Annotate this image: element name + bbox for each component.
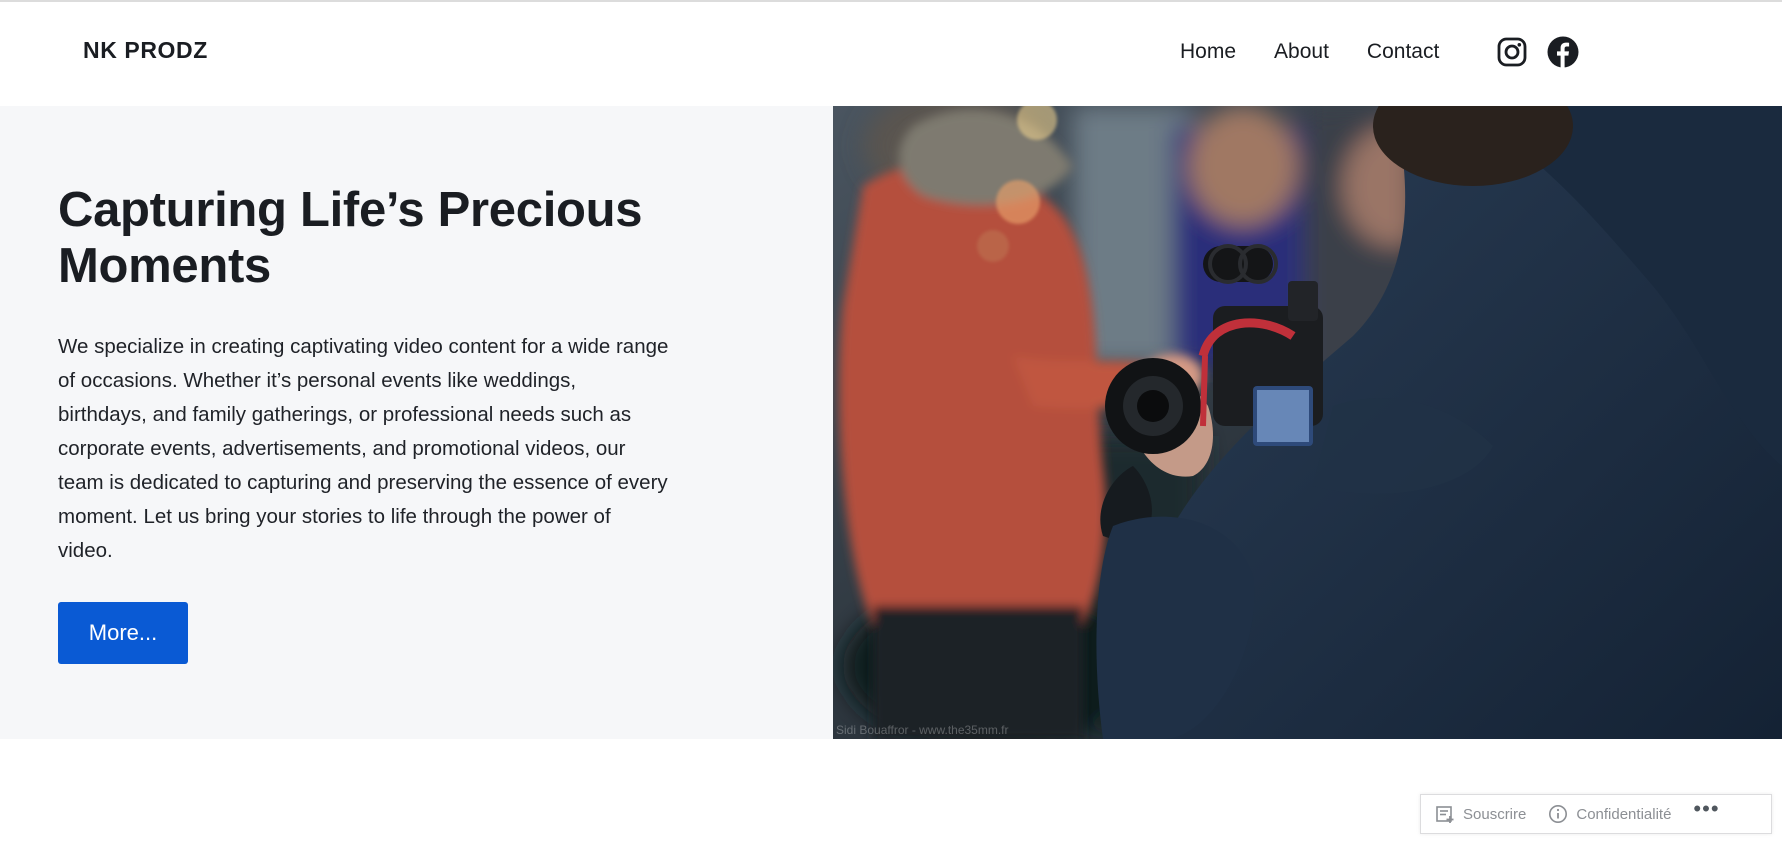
main-navigation: Home About Contact bbox=[1180, 40, 1439, 64]
wordpress-action-bar: Souscrire Confidentialité ••• bbox=[1420, 794, 1772, 834]
nav-about[interactable]: About bbox=[1274, 40, 1329, 64]
hero-text-panel: Capturing Life’s Precious Moments We spe… bbox=[0, 106, 833, 739]
privacy-button[interactable]: Confidentialité bbox=[1548, 804, 1671, 824]
facebook-icon[interactable] bbox=[1547, 36, 1579, 68]
more-options-button[interactable]: ••• bbox=[1693, 798, 1719, 820]
hero-description: We specialize in creating captivating vi… bbox=[58, 335, 669, 562]
hero-image bbox=[833, 106, 1782, 739]
site-header: NK PRODZ Home About Contact bbox=[0, 2, 1782, 106]
info-icon bbox=[1549, 805, 1568, 823]
hero-section: Capturing Life’s Precious Moments We spe… bbox=[0, 106, 1782, 739]
privacy-label: Confidentialité bbox=[1576, 805, 1672, 823]
site-title[interactable]: NK PRODZ bbox=[83, 37, 208, 64]
hero-title: Capturing Life’s Precious Moments bbox=[58, 183, 643, 293]
photo-credit: Sidi Bouaffror - www.the35mm.fr bbox=[836, 723, 1009, 737]
subscribe-button[interactable]: Souscrire bbox=[1435, 804, 1526, 824]
instagram-icon[interactable] bbox=[1496, 36, 1528, 68]
nav-home[interactable]: Home bbox=[1180, 40, 1236, 64]
subscribe-icon bbox=[1436, 806, 1454, 823]
nav-contact[interactable]: Contact bbox=[1367, 40, 1439, 64]
subscribe-label: Souscrire bbox=[1463, 805, 1527, 823]
more-button[interactable]: More... bbox=[58, 602, 188, 664]
